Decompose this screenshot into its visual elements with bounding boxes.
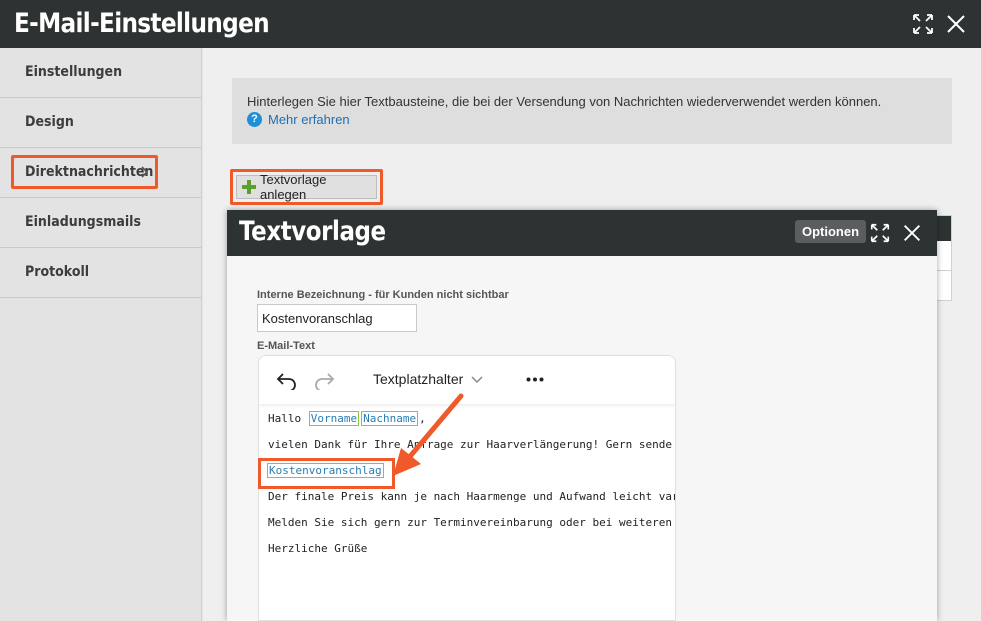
sidebar-item-einladungsmails[interactable]: Einladungsmails [0, 198, 201, 248]
info-text: Hinterlegen Sie hier Textbausteine, die … [247, 94, 882, 109]
window-title: E-Mail-Einstellungen [14, 8, 270, 39]
add-template-button[interactable]: Textvorlage anlegen [236, 172, 377, 202]
sidebar-item-protokoll[interactable]: Protokoll [0, 248, 201, 298]
sidebar-item-label: Einstellungen [25, 64, 123, 80]
placeholder-tag-vorname[interactable]: Vorname [308, 411, 360, 426]
sidebar-item-label: Design [25, 114, 74, 130]
template-dialog: Textvorlage Optionen Interne Bezeichnung… [227, 210, 937, 621]
editor-text: Hallo [268, 412, 302, 425]
dialog-title: Textvorlage [239, 216, 386, 247]
sidebar-item-label: Einladungsmails [25, 214, 141, 230]
close-icon[interactable] [944, 12, 968, 36]
undo-icon[interactable] [276, 370, 298, 390]
editor-line: Herzliche Grüße [268, 542, 368, 555]
editor-line: Melden Sie sich gern zur Terminvereinbar… [268, 516, 672, 529]
editor-toolbar: Textplatzhalter [259, 356, 675, 404]
redo-icon[interactable] [313, 370, 335, 390]
internal-name-input[interactable] [257, 304, 417, 332]
options-button[interactable]: Optionen [795, 220, 867, 243]
placeholder-menu[interactable]: Textplatzhalter [373, 371, 483, 387]
templates-table [936, 215, 952, 301]
highlight-box [11, 155, 158, 189]
more-info-label: Mehr erfahren [268, 112, 350, 127]
sidebar-item-design[interactable]: Design [0, 98, 201, 148]
placeholder-menu-label: Textplatzhalter [373, 371, 464, 387]
highlight-box [258, 458, 395, 489]
highlight-box: Textvorlage anlegen [230, 169, 383, 205]
editor-line: Hallo Vorname Nachname, [268, 411, 675, 438]
dialog-header: Textvorlage Optionen [227, 210, 937, 256]
more-icon[interactable] [526, 377, 544, 382]
close-icon[interactable] [901, 222, 923, 244]
window-titlebar: E-Mail-Einstellungen [0, 0, 981, 48]
sidebar: Einstellungen Design Direktnachrichten E… [0, 48, 202, 621]
annotation-arrow-icon [393, 393, 464, 476]
more-info-link[interactable]: ? Mehr erfahren [247, 112, 952, 127]
sidebar-item-direktnachrichten[interactable]: Direktnachrichten [0, 148, 201, 198]
editor-line: Der finale Preis kann je nach Haarmenge … [268, 490, 676, 503]
fullscreen-icon[interactable] [869, 222, 891, 244]
plus-icon [242, 180, 256, 194]
sidebar-item-label: Protokoll [25, 264, 90, 280]
editor-content: Hallo Vorname Nachname, vielen Dank für I… [267, 411, 676, 568]
info-box: Hinterlegen Sie hier Textbausteine, die … [232, 78, 952, 144]
add-template-label: Textvorlage anlegen [259, 172, 327, 202]
chevron-down-icon [471, 376, 483, 384]
help-icon: ? [247, 112, 262, 127]
email-text-label: E-Mail-Text [257, 340, 315, 352]
name-field-label: Interne Bezeichnung - für Kunden nicht s… [257, 289, 509, 301]
sidebar-item-einstellungen[interactable]: Einstellungen [0, 48, 201, 98]
fullscreen-icon[interactable] [911, 12, 935, 36]
